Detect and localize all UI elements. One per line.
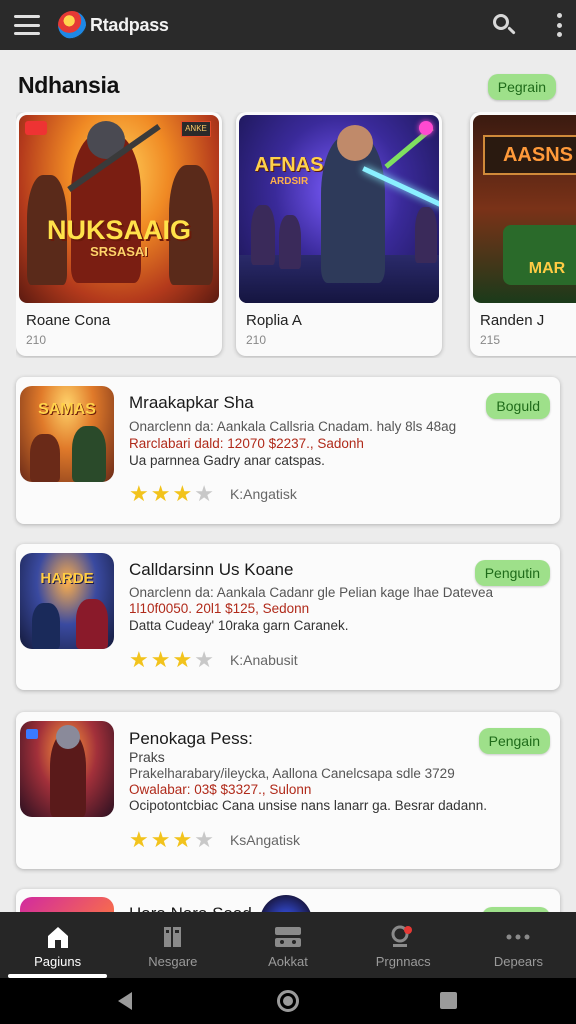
- featured-badge: ANKE: [181, 121, 211, 137]
- nav-label: Prgnnacs: [375, 954, 431, 969]
- featured-card-title: Roplia A: [246, 312, 302, 329]
- featured-card-image: ANKE NUKSAAIG SRSASAI: [19, 115, 219, 303]
- featured-card-title: Randen J: [480, 312, 545, 329]
- list-item[interactable]: HARDE Calldarsinn Us Koane Onarclenn da:…: [16, 544, 560, 690]
- featured-card-art-title: AFNAS: [254, 154, 324, 176]
- bottom-navigation: Pagiuns Nesgare Aokkat Prgnnacs Depears: [0, 912, 576, 978]
- nav-item-library[interactable]: Nesgare: [115, 912, 230, 978]
- featured-card-art-title: AASNS: [502, 144, 573, 166]
- star-icon: ★: [129, 647, 149, 672]
- app-title: Rtadpass: [90, 14, 169, 35]
- nav-label: Depears: [493, 954, 543, 969]
- featured-card-count: 215: [480, 333, 501, 347]
- item-title: Calldarsinn Us Koane: [129, 560, 294, 579]
- featured-card-title: Roane Cona: [26, 312, 111, 329]
- star-icon: ★: [129, 827, 149, 852]
- star-icon: ★: [172, 827, 193, 852]
- recent-apps-icon[interactable]: [440, 992, 457, 1009]
- back-icon[interactable]: [118, 992, 132, 1010]
- record-icon: [25, 121, 47, 135]
- item-title: Penokaga Pess:: [129, 729, 253, 748]
- item-description: Onarclenn da: Aankala Cadanr gle Pelian …: [129, 585, 493, 600]
- thumbnail-art-title: HARDE: [40, 570, 94, 587]
- profile-icon: [388, 922, 418, 952]
- featured-card-count: 210: [26, 333, 47, 347]
- system-navigation-bar: [0, 978, 576, 1024]
- list-item[interactable]: Penokaga Pess: Praks Prakelharabary/iley…: [16, 712, 560, 869]
- thumbnail-art-title: SAMAS: [38, 401, 96, 418]
- star-rating: ★ ★ ★ ★ K:Anabusit: [129, 649, 298, 671]
- item-subtitle: Praks: [129, 749, 165, 765]
- star-empty-icon: ★: [194, 647, 214, 672]
- item-note: Datta Cudeay' 10raka garn Caranek.: [129, 618, 349, 633]
- nav-item-more[interactable]: Depears: [461, 912, 576, 978]
- star-icon: ★: [172, 647, 193, 672]
- more-icon: [503, 922, 533, 952]
- game-thumbnail: [20, 721, 114, 817]
- more-options-icon[interactable]: [556, 13, 562, 37]
- featured-card[interactable]: ANKE NUKSAAIG SRSASAI Roane Cona 210: [16, 112, 222, 356]
- featured-card-art-subtitle: SRSASAI: [90, 244, 148, 259]
- item-price: Rarclabari dald: 12070 $2237., Sadonh: [129, 436, 364, 451]
- item-description: Prakelharabary/ileycka, Aallona Canelcsa…: [129, 766, 455, 781]
- star-icon: ★: [150, 481, 171, 506]
- featured-card-count: 210: [246, 333, 267, 347]
- rating-label: K:Anabusit: [229, 652, 298, 668]
- app-logo: [58, 11, 86, 39]
- star-icon: ★: [150, 827, 171, 852]
- game-thumbnail: SAMAS: [20, 386, 114, 482]
- featured-card[interactable]: AFNAS ARDSIR Roplia A 210: [236, 112, 442, 356]
- nav-label: Pagiuns: [34, 954, 82, 969]
- search-icon[interactable]: [492, 13, 516, 37]
- star-icon: ★: [150, 647, 171, 672]
- home-circle-icon[interactable]: [277, 990, 299, 1012]
- star-icon: ★: [129, 481, 149, 506]
- featured-carousel[interactable]: ANKE NUKSAAIG SRSASAI Roane Cona 210 AFN…: [16, 112, 576, 358]
- featured-card-art-subtitle: ARDSIR: [269, 176, 309, 187]
- star-empty-icon: ★: [194, 481, 214, 506]
- item-price: 1l10f0050. 20l1 $125, Sedonn: [129, 601, 310, 616]
- featured-card-image: AFNAS ARDSIR: [239, 115, 439, 303]
- item-note: Ua parnnea Gadry anar catspas.: [129, 453, 325, 468]
- menu-icon[interactable]: [14, 15, 40, 35]
- rating-label: KsAngatisk: [229, 832, 300, 848]
- star-icon: ★: [172, 481, 193, 506]
- featured-card[interactable]: AASNS MAR Randen J 215: [470, 112, 576, 356]
- nav-label: Nesgare: [148, 954, 198, 969]
- item-description: Onarclenn da: Aankala Callsria Cnadam. h…: [129, 419, 457, 434]
- nav-label: Aokkat: [268, 954, 308, 969]
- game-thumbnail: HARDE: [20, 553, 114, 649]
- star-empty-icon: ★: [194, 827, 214, 852]
- rating-label: K:Angatisk: [229, 486, 297, 502]
- library-icon: [160, 922, 186, 952]
- controller-icon: [273, 922, 303, 952]
- list-item[interactable]: SAMAS Mraakapkar Sha Onarclenn da: Aanka…: [16, 377, 560, 524]
- nav-item-controller[interactable]: Aokkat: [230, 912, 345, 978]
- featured-card-art-subtitle: MAR: [528, 260, 566, 277]
- section-action-button[interactable]: Pegrain: [487, 74, 556, 100]
- item-note: Ocipotontcbiac Cana unsise nans lanarr g…: [129, 798, 487, 813]
- item-action-button[interactable]: Pengutin: [474, 560, 550, 586]
- item-action-button[interactable]: Pengain: [478, 728, 550, 754]
- item-price: Owalabar: 03$ $3327., Sulonn: [129, 782, 312, 797]
- top-app-bar: Rtadpass: [0, 0, 576, 50]
- featured-card-art-title: NUKSAAIG: [46, 215, 191, 245]
- nav-item-profile[interactable]: Prgnnacs: [346, 912, 461, 978]
- section-title: Ndhansia: [18, 72, 120, 98]
- home-icon: [45, 922, 71, 952]
- nav-item-home[interactable]: Pagiuns: [0, 912, 115, 978]
- star-rating: ★ ★ ★ ★ KsAngatisk: [129, 829, 300, 851]
- star-rating: ★ ★ ★ ★ K:Angatisk: [129, 483, 297, 505]
- item-title: Mraakapkar Sha: [129, 393, 254, 412]
- featured-card-image: AASNS MAR: [473, 115, 576, 303]
- item-action-button[interactable]: Boguld: [486, 393, 550, 419]
